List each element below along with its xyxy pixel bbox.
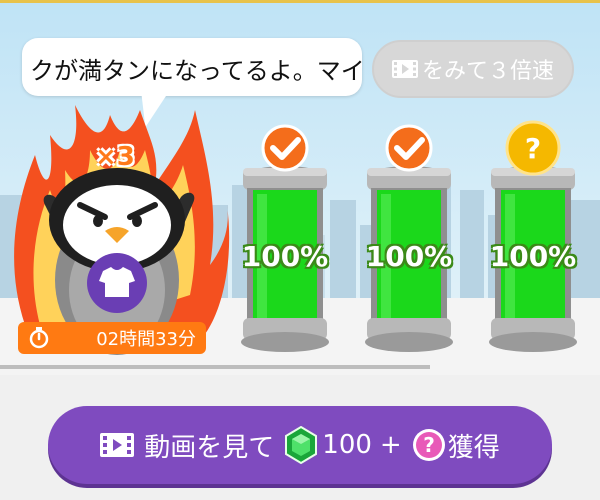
energy-tank-3[interactable]: ? 100% [483, 120, 583, 360]
pink-question-mark: ? [423, 433, 435, 457]
green-gem-icon [285, 426, 318, 464]
top-strip [0, 0, 600, 3]
video-icon [100, 433, 135, 457]
pink-question-icon: ? [412, 429, 445, 461]
stopwatch-icon [29, 327, 49, 349]
timer-bar: 02時間33分 [18, 322, 206, 354]
plus-sign: + [379, 430, 402, 460]
tank-percent-label: 100% [241, 240, 329, 273]
watch-video-label: 動画を見て [144, 432, 275, 463]
shirt-icon [87, 253, 147, 313]
check-badge-icon [261, 124, 309, 172]
game-scene: クが満タンになってるよ。マイルを をみて３倍速 [0, 0, 600, 375]
tank-percent-label: 100% [489, 240, 577, 273]
video-icon [391, 60, 418, 78]
divider-line [0, 365, 430, 369]
speed-up-button[interactable]: をみて３倍速 [372, 40, 574, 98]
energy-tank-1: 100% [235, 120, 335, 360]
gem-amount: 100 [322, 430, 372, 460]
timer-remaining: 02時間33分 [96, 329, 196, 350]
tank-percent-label: 100% [365, 240, 453, 273]
penguin-character [14, 105, 230, 355]
speed-up-label: をみて３倍速 [421, 59, 554, 84]
question-mark: ? [525, 132, 541, 165]
question-badge-icon: ? [505, 120, 561, 176]
energy-tank-2: 100% [359, 120, 459, 360]
multiplier-label: ×3 [95, 142, 135, 172]
speech-bubble-text: クが満タンになってるよ。マイルを [30, 57, 362, 85]
acquire-label: 獲得 [447, 432, 500, 463]
watch-video-reward-button[interactable]: 動画を見て 100 + ? 獲得 [48, 406, 552, 484]
check-badge-icon [385, 124, 433, 172]
speech-bubble: クが満タンになってるよ。マイルを [22, 38, 362, 96]
